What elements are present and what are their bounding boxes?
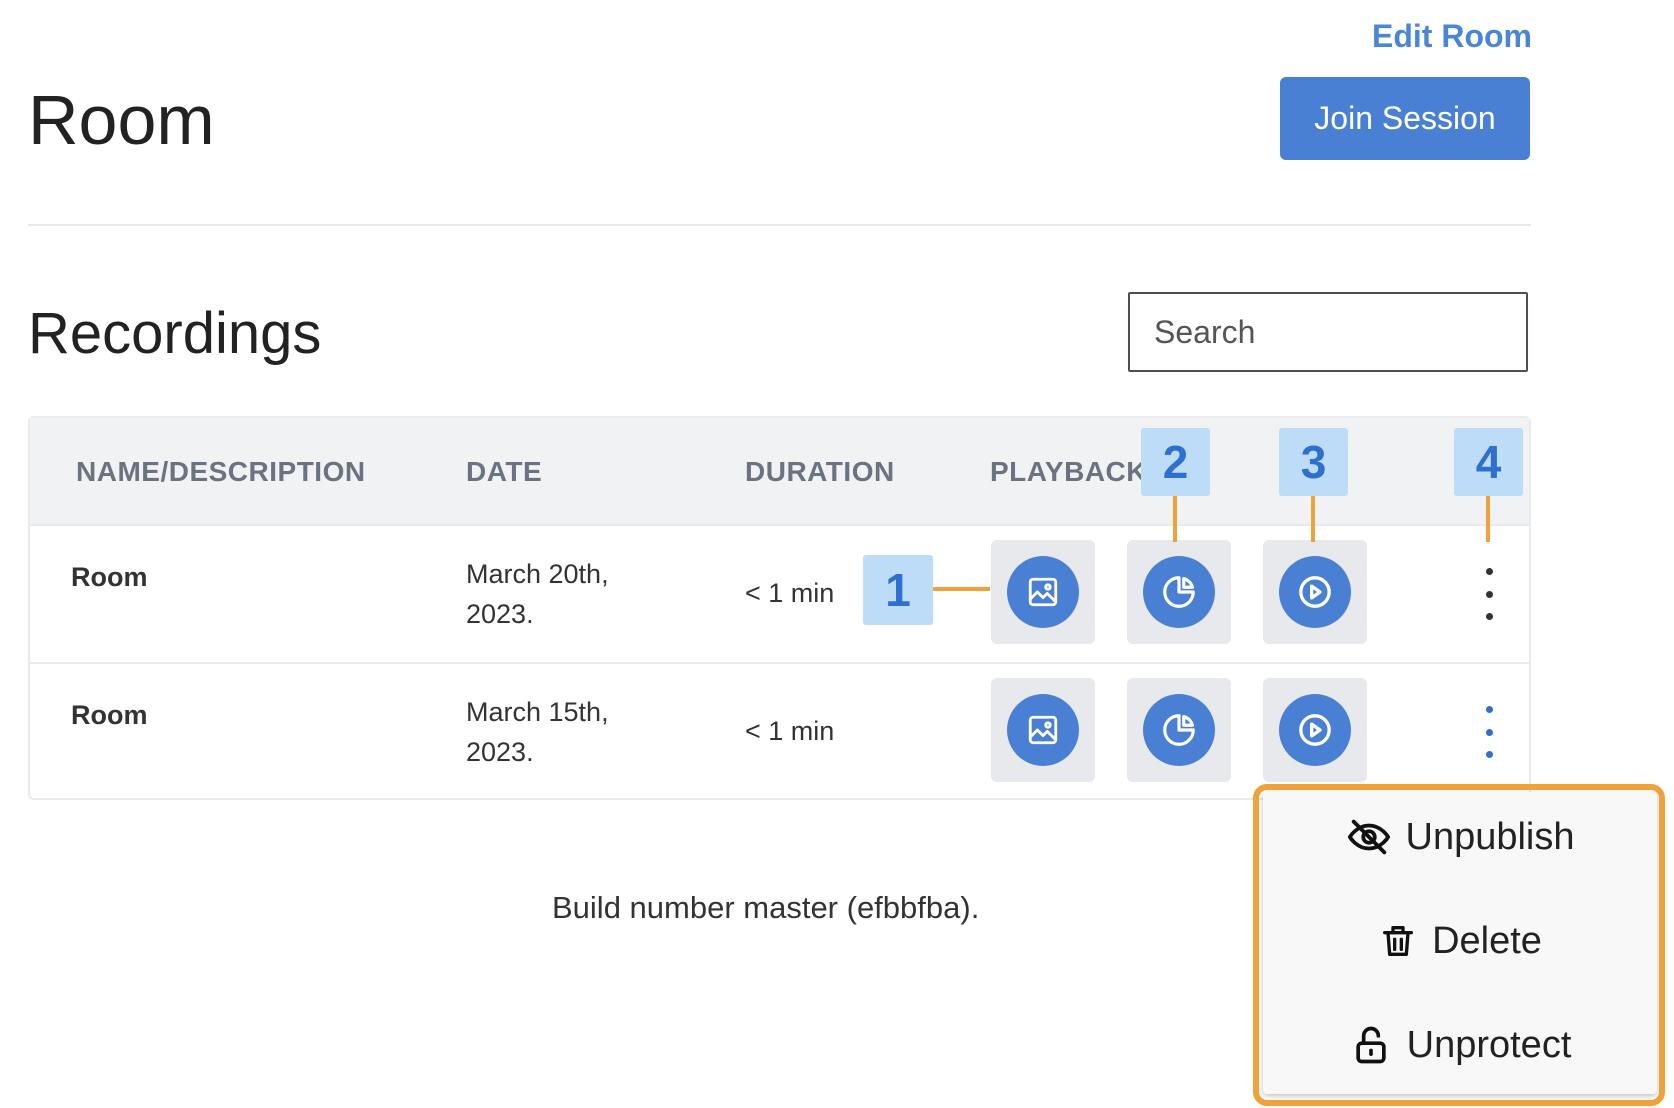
recording-name: Room [71, 562, 148, 593]
callout-badge-2: 2 [1141, 428, 1210, 496]
statistics-button[interactable] [1127, 678, 1231, 782]
play-button[interactable] [1263, 540, 1367, 644]
column-header-duration: DURATION [745, 456, 895, 488]
column-header-name: NAME/DESCRIPTION [76, 456, 366, 488]
recording-duration: < 1 min [745, 578, 834, 609]
play-circle-icon [1279, 694, 1351, 766]
table-row: Room March 15th, 2023. < 1 min [30, 664, 1529, 800]
callout-connector-1 [933, 587, 990, 591]
callout-badge-1: 1 [863, 555, 933, 625]
thumbnail-button[interactable] [991, 678, 1095, 782]
more-options-icon[interactable] [1474, 706, 1504, 758]
statistics-button[interactable] [1127, 540, 1231, 644]
more-options-icon[interactable] [1474, 568, 1504, 620]
page-title: Room [28, 80, 215, 160]
image-icon [1007, 556, 1079, 628]
thumbnail-button[interactable] [991, 540, 1095, 644]
callout-connector-3 [1311, 496, 1315, 542]
image-icon [1007, 694, 1079, 766]
pie-chart-icon [1143, 556, 1215, 628]
callout-badge-3: 3 [1279, 428, 1348, 496]
callout-badge-4: 4 [1454, 428, 1523, 496]
search-input[interactable] [1128, 292, 1528, 372]
recording-date: March 15th, 2023. [466, 692, 609, 772]
recordings-title: Recordings [28, 300, 321, 367]
join-session-button[interactable]: Join Session [1280, 77, 1530, 160]
divider [28, 224, 1531, 226]
recording-name: Room [71, 700, 148, 731]
play-circle-icon [1279, 556, 1351, 628]
table-row: Room March 20th, 2023. < 1 min [30, 524, 1529, 662]
play-button[interactable] [1263, 678, 1367, 782]
callout-connector-4 [1486, 496, 1490, 542]
callout-connector-2 [1173, 496, 1177, 542]
edit-room-link[interactable]: Edit Room [1372, 18, 1532, 55]
pie-chart-icon [1143, 694, 1215, 766]
recording-duration: < 1 min [745, 716, 834, 747]
menu-highlight-outline [1253, 784, 1665, 1106]
column-header-date: DATE [466, 456, 542, 488]
recording-date: March 20th, 2023. [466, 554, 609, 634]
column-header-playback: PLAYBACK [990, 456, 1147, 488]
build-number: Build number master (efbbfba). [552, 890, 979, 926]
